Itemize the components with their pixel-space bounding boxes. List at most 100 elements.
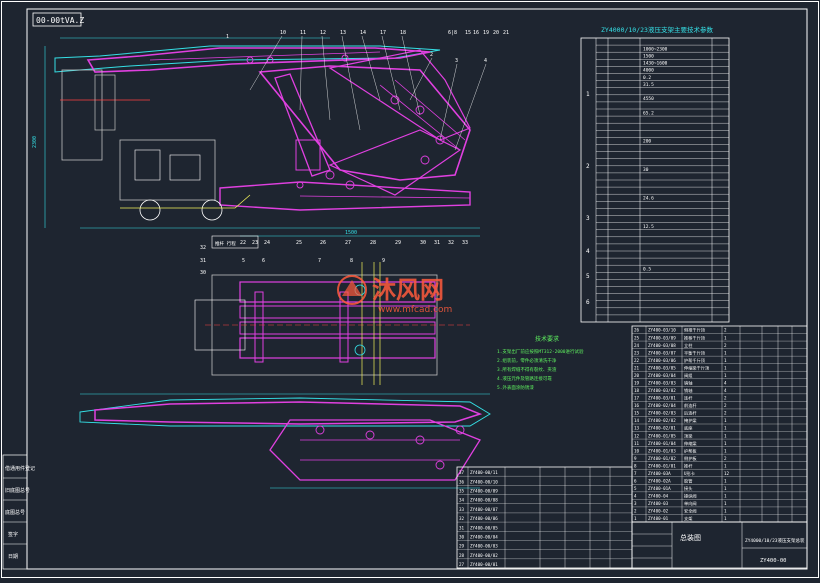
bom-right-cell: 立柱 [684, 342, 693, 349]
bom-right-cell: 2 [724, 403, 727, 408]
bom-right-cell: 19 [634, 381, 640, 386]
svg-text:9: 9 [382, 258, 385, 264]
svg-text:21: 21 [503, 30, 509, 36]
bom-left-cell: ZY400-00/02 [470, 553, 498, 558]
svg-text:12: 12 [320, 30, 326, 36]
bom-right-cell: 2 [724, 396, 727, 401]
svg-text:32: 32 [448, 240, 454, 246]
watermark-name: 沐风网 [372, 276, 444, 304]
bom-right-cell: 底座 [684, 425, 692, 432]
bom-right-cell: 接头 [684, 485, 692, 492]
bom-right-cell: 12 [724, 471, 730, 476]
svg-text:18: 18 [400, 30, 406, 36]
svg-text:19: 19 [483, 30, 489, 36]
svg-text:29: 29 [395, 240, 401, 246]
bom-right-cell: 14 [634, 418, 640, 423]
bom-right-cell: ZY400-03/01 [648, 396, 676, 401]
bom-right-cell: ZY400-03 [648, 501, 669, 506]
bom-left-cell: ZY400-00/09 [470, 489, 498, 494]
bom-left-cell: ZY400-00/06 [470, 516, 498, 521]
bom-right-cell: 1 [724, 418, 727, 423]
bom-right-cell: ZY400-01/03 [648, 448, 676, 453]
bom-right-cell: 前连杆 [684, 402, 697, 409]
drawing-code-box: 00-00tVA.Z [32, 12, 84, 27]
spec-value: 0.2 [643, 75, 651, 81]
svg-text:8: 8 [350, 258, 353, 264]
bom-right-cell: 10 [634, 448, 640, 453]
plan-view: 32 31 30 5 6 7 8 9 [194, 245, 470, 385]
coal-wall-box [61, 69, 103, 161]
bom-right-cell: 15 [634, 411, 640, 416]
bom-right-cell: 操纵阀 [684, 493, 697, 500]
spec-values: 1000~2300 15001430~160040000.231.5 4550 65.… [643, 46, 668, 272]
bom-left-cell: 36 [459, 479, 465, 484]
svg-text:4: 4 [484, 58, 487, 64]
collapsed-base [269, 419, 481, 481]
bom-right-cell: 伸缩梁千斤顶 [684, 364, 710, 371]
assembly-drawing: 00-00tVA.Z 借通用件登记 旧底图总号 底图总号 签字 日期 2300 [1, 1, 819, 578]
bom-right-cell: ZY400-01/02 [648, 456, 676, 461]
bom-right-cell: ZY400-03A [648, 471, 671, 476]
bom-left-cell: 37 [459, 470, 465, 475]
balloons-plan: 32 31 30 5 6 7 8 9 [200, 245, 385, 276]
bom-right-cell: ZY400-03/06 [648, 358, 676, 363]
svg-text:15: 15 [465, 30, 471, 36]
bom-right-cell: 6 [634, 479, 637, 484]
bom-right-cell: 1 [724, 516, 727, 521]
svg-text:3.所有焊缝不得有裂纹、夹渣: 3.所有焊缝不得有裂纹、夹渣 [497, 366, 557, 373]
bom-left-cell: 29 [459, 544, 465, 549]
svg-text:1: 1 [586, 91, 590, 98]
bom-right-cell: 5 [634, 486, 637, 491]
technical-notes: 技术要求 1.支架出厂前应按照MT312-2000进行试验 2.组装前，零件必须… [497, 335, 584, 391]
bom-right-cell: 1 [724, 448, 727, 453]
svg-text:2.组装前，零件必须清洗干净: 2.组装前，零件必须清洗干净 [497, 357, 557, 364]
bom-left-cell: ZY400-00/03 [470, 544, 498, 549]
bom-right-cell: ZY400-01A [648, 486, 671, 491]
bom-right-cell: U形卡 [684, 470, 695, 477]
bom-right-cell: ZY400-02A [648, 479, 671, 484]
bom-right-cell: ZY400-01/04 [648, 441, 676, 446]
bom-right-cell: 平衡千斤顶 [684, 349, 706, 356]
bom-right-cell: 16 [634, 403, 640, 408]
drawing-number: ZY400-00 [760, 558, 787, 564]
balloons-bottom: 22 23 24 25 26 27 28 29 30 31 32 33 [240, 240, 468, 246]
svg-text:25: 25 [296, 240, 302, 246]
spec-table: ZY4000/10/23液压支架主要技术参数 1 2 3 4 5 6 1000~… [580, 25, 730, 323]
bom-right-cell: 1 [634, 516, 637, 521]
svg-text:31: 31 [434, 240, 440, 246]
bom-right-cell: 销轴 [684, 387, 692, 394]
bom-right-cell: 2 [724, 328, 727, 333]
svg-text:11: 11 [300, 30, 306, 36]
bom-right-cell: 7 [634, 471, 637, 476]
bom-right-cell: 1 [724, 350, 727, 355]
bom-table-right: 26 ZY400-03/10 侧推千斤顶 225 ZY400-03/09 推移千斤顶 124… [631, 325, 808, 523]
bom-right-cell: 9 [634, 456, 637, 461]
bom-left-cell: 27 [459, 562, 465, 567]
bom-right-cell: 1 [724, 494, 727, 499]
bom-right-cell: 1 [724, 426, 727, 431]
bom-right-cell: 2 [634, 509, 637, 514]
svg-text:6: 6 [586, 299, 590, 306]
svg-text:26: 26 [320, 240, 326, 246]
spec-value: 1000~2300 [643, 46, 668, 52]
svg-text:7: 7 [318, 258, 321, 264]
bom-right-cell: 1 [724, 509, 727, 514]
spec-value: 12.5 [643, 224, 654, 230]
stamp-label-3: 底图总号 [5, 509, 25, 516]
bom-right-cell: 连杆 [684, 395, 693, 402]
bom-right-cell: 1 [724, 335, 727, 340]
spec-value: 1430~1600 [643, 61, 668, 67]
svg-text:6|8: 6|8 [448, 30, 457, 36]
svg-text:28: 28 [370, 240, 376, 246]
svg-text:1.支架出厂前应按照MT312-2000进行试验: 1.支架出厂前应按照MT312-2000进行试验 [497, 348, 584, 355]
bom-right-cell: ZY400-01/01 [648, 463, 676, 468]
bom-table-left: 37 ZY400-00/11 36 ZY400-00/10 35 ZY400-00/09 3… [456, 466, 633, 569]
spec-value: 4550 [643, 96, 654, 102]
bom-right-cell: 销轴 [684, 380, 692, 387]
svg-text:4.液压元件及管路连接可靠: 4.液压元件及管路连接可靠 [497, 375, 552, 382]
svg-text:推杆 行程: 推杆 行程 [215, 240, 236, 247]
spec-row-numbers: 1 2 3 4 5 6 [586, 91, 590, 306]
bom-right-cell: 1 [724, 433, 727, 438]
bom-right-cell: ZY400-03/09 [648, 335, 676, 340]
drawing-code-text: 00-00tVA.Z [36, 16, 84, 25]
